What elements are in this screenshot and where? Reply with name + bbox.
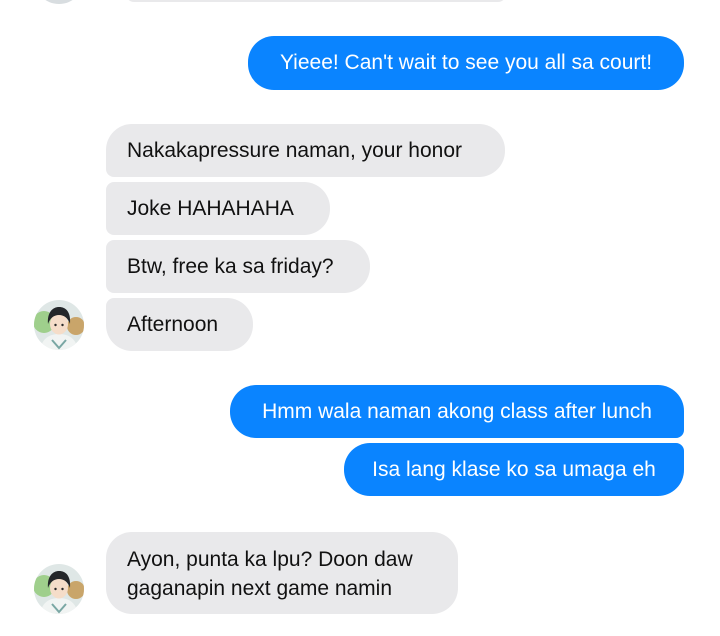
message-text: Yieee! Can't wait to see you all sa cour… xyxy=(279,51,653,74)
avatar[interactable] xyxy=(34,564,84,614)
received-message-bubble[interactable] xyxy=(126,0,506,2)
message-text: Isa lang klase ko sa umaga eh xyxy=(372,458,656,481)
received-message-bubble[interactable]: Btw, free ka sa friday? xyxy=(106,240,370,293)
sent-message-bubble[interactable]: Isa lang klase ko sa umaga eh xyxy=(344,443,684,496)
received-message-bubble[interactable]: Afternoon xyxy=(106,298,253,351)
received-message-bubble[interactable]: Ayon, punta ka lpu? Doon daw gaganapin n… xyxy=(106,532,458,614)
received-message-bubble[interactable]: Nakakapressure naman, your honor xyxy=(106,124,505,177)
avatar-image xyxy=(34,564,84,614)
message-text: Afternoon xyxy=(127,313,219,336)
sent-message-bubble[interactable]: Yieee! Can't wait to see you all sa cour… xyxy=(248,36,684,90)
message-text: Joke HAHAHAHA xyxy=(127,197,294,220)
message-text: Nakakapressure naman, your honor xyxy=(127,139,463,162)
avatar-image xyxy=(34,300,84,350)
message-text-line: Ayon, punta ka lpu? Doon daw xyxy=(127,548,413,571)
message-text: Hmm wala naman akong class after lunch xyxy=(262,400,652,423)
avatar[interactable] xyxy=(34,0,84,4)
message-text: Btw, free ka sa friday? xyxy=(127,255,334,278)
received-message-bubble[interactable]: Joke HAHAHAHA xyxy=(106,182,330,235)
message-text-line: gaganapin next game namin xyxy=(127,577,393,600)
avatar[interactable] xyxy=(34,300,84,350)
sent-message-bubble[interactable]: Hmm wala naman akong class after lunch xyxy=(230,385,684,438)
